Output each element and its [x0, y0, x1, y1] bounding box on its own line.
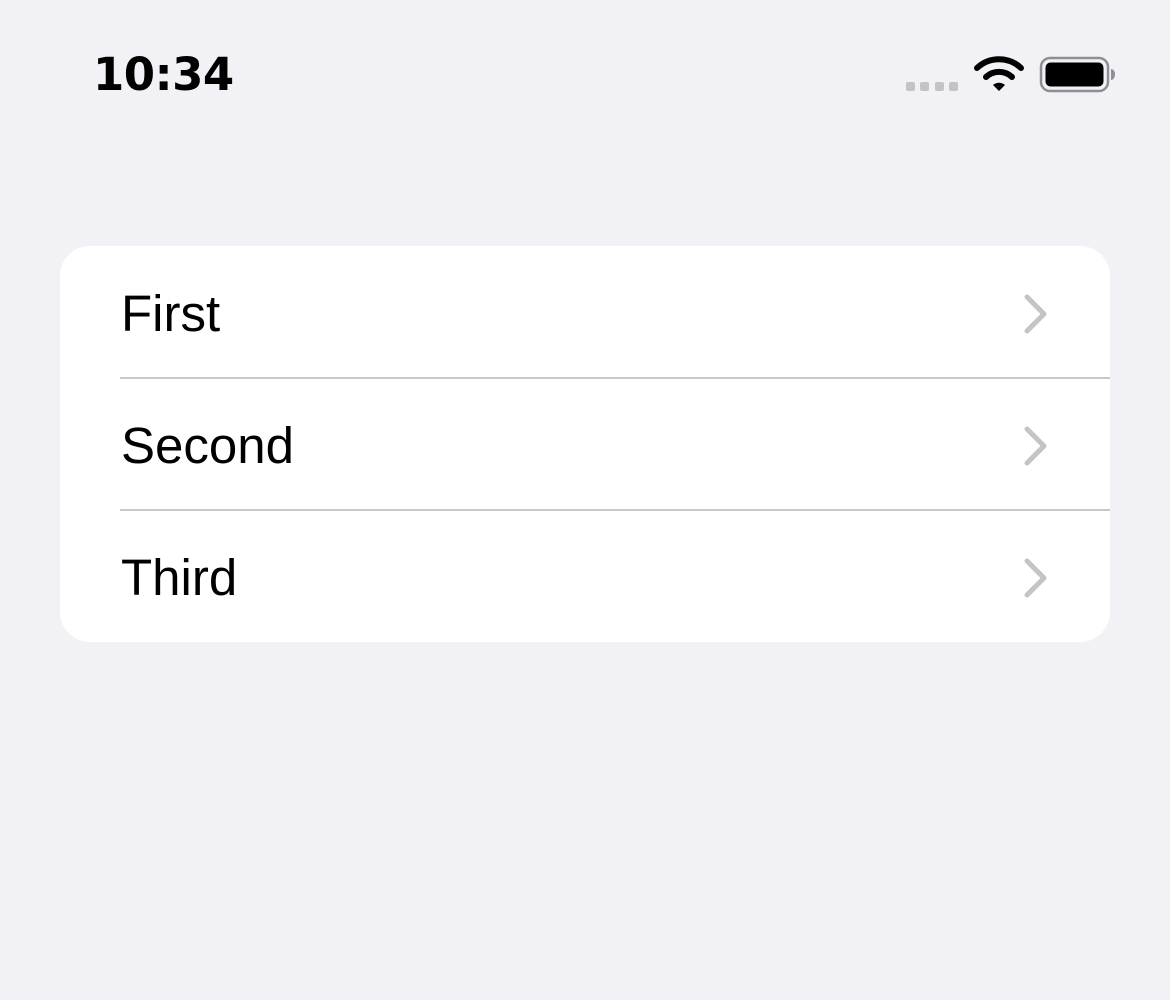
cellular-signal-icon	[906, 82, 960, 92]
chevron-right-icon	[1022, 426, 1050, 471]
status-bar: 10:34	[0, 0, 1170, 150]
wifi-icon	[974, 55, 1024, 97]
list-item-label: Second	[121, 417, 294, 474]
status-time: 10:34	[93, 48, 234, 101]
list-item-first[interactable]: First	[60, 246, 1110, 378]
chevron-right-icon	[1022, 294, 1050, 339]
list-item-label: Third	[121, 549, 238, 606]
chevron-right-icon	[1022, 558, 1050, 603]
list-item-second[interactable]: Second	[60, 378, 1110, 510]
list-card: First Second Third	[60, 246, 1110, 642]
list-item-label: First	[121, 285, 221, 342]
battery-icon	[1039, 56, 1117, 99]
list-item-third[interactable]: Third	[60, 510, 1110, 642]
